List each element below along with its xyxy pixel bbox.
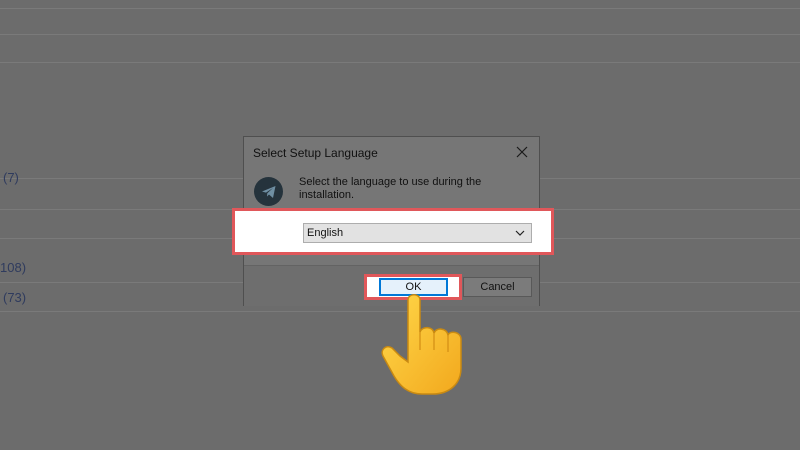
dialog-prompt: Select the language to use during the in… [299,176,482,201]
screen: (7) 108) (73) Select Setup Language Sele… [0,0,800,450]
close-button[interactable] [511,141,533,163]
background-count: (73) [3,290,27,305]
divider [0,34,800,35]
telegram-logo [254,177,283,206]
paper-plane-icon [261,185,275,198]
dialog-title: Select Setup Language [253,146,378,160]
background-count: 108) [0,260,27,275]
pointing-hand-icon [381,294,462,395]
language-select-value: English [307,227,344,239]
divider [0,8,800,9]
divider [0,62,800,63]
language-select[interactable]: English [303,223,532,243]
background-count: (7) [3,170,19,185]
chevron-down-icon [515,230,525,236]
close-icon [516,146,528,158]
cancel-button[interactable]: Cancel [463,277,532,297]
language-select-highlight: English [232,208,554,255]
